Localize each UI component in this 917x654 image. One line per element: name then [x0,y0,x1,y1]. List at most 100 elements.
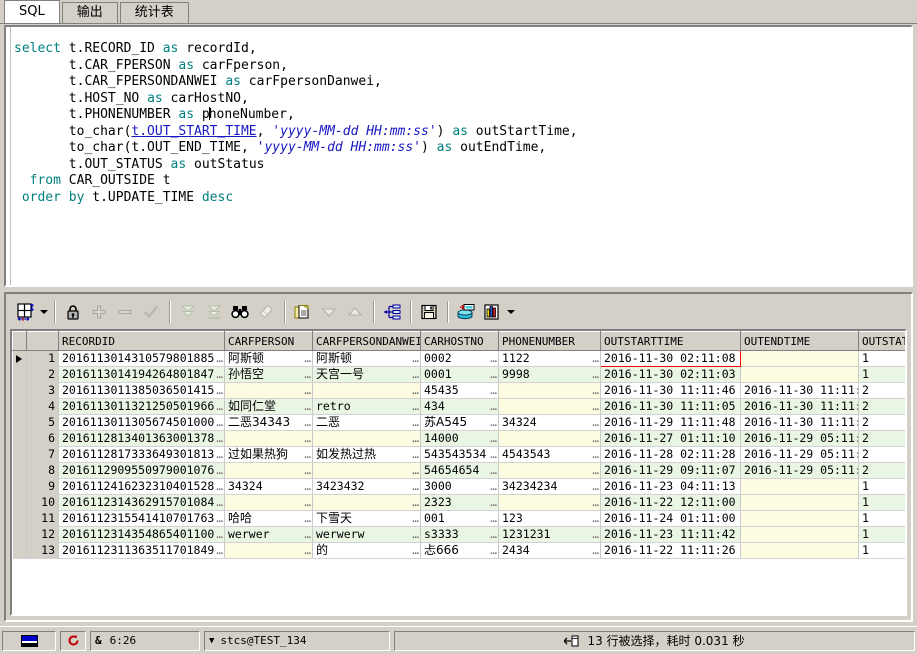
col-header-outstarttime[interactable]: OUTSTARTTIME [600,331,741,351]
cell-recordid[interactable]: 20161128173336493018134… [58,446,225,463]
row-number[interactable]: 13 [26,542,59,559]
table-row[interactable]: 11 20161123155414107017637… 哈哈… 下雪天… 001… 123… [12,510,905,527]
cell-expand-ellipsis[interactable]: … [591,383,599,398]
row-marker[interactable] [12,446,27,463]
cell-outstatus[interactable]: 1… [858,542,905,559]
cell-outstatus[interactable]: 2… [858,446,905,463]
table-row[interactable]: 13 20161123113635117018493…… 的… 忐666… 2434… 2… [12,542,905,559]
col-header-recordid[interactable]: RECORDID [58,331,225,351]
cell-expand-ellipsis[interactable]: … [303,351,311,366]
cell-expand-ellipsis[interactable]: … [215,431,223,446]
cell-outstarttime[interactable]: 2016-11-30 02:11:08 [600,350,741,367]
col-header-outendtime[interactable]: OUTENDTIME [740,331,859,351]
cell-phonenumber[interactable]: 1231231… [498,526,601,543]
cell-recordid[interactable]: 20161123155414107017637… [58,510,225,527]
cell-expand-ellipsis[interactable]: … [489,431,497,446]
cell-carfperson[interactable]: … [224,382,313,399]
chart-icon[interactable] [479,299,505,325]
cell-expand-ellipsis[interactable]: … [411,399,419,414]
table-row[interactable]: 12 20161123143548654011005… werwer… werwerw… [12,526,905,543]
cell-outendtime[interactable]: 2016-11-29 05:11:31 [740,430,859,447]
cell-carfpersondanwei[interactable]: … [312,430,421,447]
table-row[interactable]: 2 20161130141942648018470… 孙悟空… 天宫一号… 0001… 9… [12,366,905,383]
cell-outstarttime[interactable]: 2016-11-23 11:11:42 [600,526,741,543]
cell-expand-ellipsis[interactable]: … [215,527,223,542]
cell-expand-ellipsis[interactable]: … [215,383,223,398]
cell-phonenumber[interactable]: … [498,494,601,511]
cell-carfpersondanwei[interactable]: 3423432… [312,478,421,495]
row-number[interactable]: 5 [26,414,59,431]
row-number[interactable]: 2 [26,366,59,383]
cell-expand-ellipsis[interactable]: … [303,527,311,542]
row-marker[interactable] [12,430,27,447]
lock-icon[interactable] [60,299,86,325]
row-marker[interactable] [12,478,27,495]
row-marker[interactable] [12,414,27,431]
cell-carfperson[interactable]: 34324… [224,478,313,495]
cell-carhostno[interactable]: 2323… [420,494,499,511]
cell-expand-ellipsis[interactable]: … [411,447,419,462]
cell-expand-ellipsis[interactable]: … [303,383,311,398]
cell-outendtime[interactable]: 2016-11-29 05:11:02 [740,446,859,463]
tab-statistics[interactable]: 统计表 [119,2,189,23]
cell-expand-ellipsis[interactable]: … [489,511,497,526]
cell-expand-ellipsis[interactable]: … [411,495,419,510]
cell-outstarttime[interactable]: 2016-11-29 11:11:48 [600,414,741,431]
row-number[interactable]: 3 [26,382,59,399]
cell-recordid[interactable]: 20161129095509790010763… [58,462,225,479]
cell-carhostno[interactable]: 3000… [420,478,499,495]
cell-expand-ellipsis[interactable]: … [489,543,497,558]
cell-carfperson[interactable]: 如同仁堂… [224,398,313,415]
cell-phonenumber[interactable]: 123… [498,510,601,527]
cell-expand-ellipsis[interactable]: … [303,463,311,478]
binoculars-icon[interactable] [227,299,253,325]
cell-expand-ellipsis[interactable]: … [411,351,419,366]
cell-outendtime[interactable]: 2016-11-30 11:11:10 [740,414,859,431]
cell-expand-ellipsis[interactable]: … [411,415,419,430]
cell-expand-ellipsis[interactable]: … [215,351,223,366]
status-connection-panel[interactable]: ▼ stcs@TEST_134 [204,630,390,651]
cell-phonenumber[interactable]: 2434… [498,542,601,559]
row-number[interactable]: 1 [26,350,59,367]
cell-outstatus[interactable]: 1… [858,494,905,511]
cell-expand-ellipsis[interactable]: … [215,543,223,558]
cell-expand-ellipsis[interactable]: … [489,447,497,462]
cell-carfpersondanwei[interactable]: 阿斯顿… [312,350,421,367]
cell-carhostno[interactable]: 54654654… [420,462,499,479]
cell-carfperson[interactable]: … [224,462,313,479]
cell-outstarttime[interactable]: 2016-11-30 11:11:05 [600,398,741,415]
cell-carhostno[interactable]: 忐666… [420,542,499,559]
cell-outendtime[interactable] [740,510,859,527]
row-number[interactable]: 4 [26,398,59,415]
cell-carfpersondanwei[interactable]: 如发热过热… [312,446,421,463]
cell-expand-ellipsis[interactable]: … [489,367,497,382]
cell-expand-ellipsis[interactable]: … [489,463,497,478]
cell-expand-ellipsis[interactable]: … [489,479,497,494]
cell-outstatus[interactable]: 1… [858,510,905,527]
table-row[interactable]: 3 20161130113850365014153……… 45435…… 2016-1… [12,382,905,399]
save-icon[interactable] [416,299,442,325]
cell-expand-ellipsis[interactable]: … [411,543,419,558]
cell-phonenumber[interactable]: 4543543… [498,446,601,463]
cell-expand-ellipsis[interactable]: … [215,447,223,462]
cell-carfperson[interactable]: 孙悟空… [224,366,313,383]
cell-carfperson[interactable]: 过如果热狗… [224,446,313,463]
cell-carfpersondanwei[interactable]: … [312,382,421,399]
cell-expand-ellipsis[interactable]: … [489,527,497,542]
cell-phonenumber[interactable]: 9998… [498,366,601,383]
row-marker[interactable] [12,382,27,399]
cell-expand-ellipsis[interactable]: … [215,495,223,510]
cell-outstarttime[interactable]: 2016-11-30 02:11:03 [600,366,741,383]
table-row[interactable]: 9 20161124162323104015283… 34324… 3423432… 3… [12,478,905,495]
cell-phonenumber[interactable]: … [498,382,601,399]
cell-recordid[interactable]: 20161128134013630013783… [58,430,225,447]
grid-layout-dropdown-arrow-icon[interactable] [38,299,49,325]
cell-carfpersondanwei[interactable]: 的… [312,542,421,559]
col-header-carfpersondanwei[interactable]: CARFPERSONDANWEI [312,331,421,351]
cell-expand-ellipsis[interactable]: … [215,479,223,494]
cell-outstarttime[interactable]: 2016-11-29 09:11:07 [600,462,741,479]
cell-carfpersondanwei[interactable]: werwerw… [312,526,421,543]
cell-outstatus[interactable]: 1… [858,478,905,495]
cell-expand-ellipsis[interactable]: … [411,367,419,382]
cell-expand-ellipsis[interactable]: … [489,383,497,398]
